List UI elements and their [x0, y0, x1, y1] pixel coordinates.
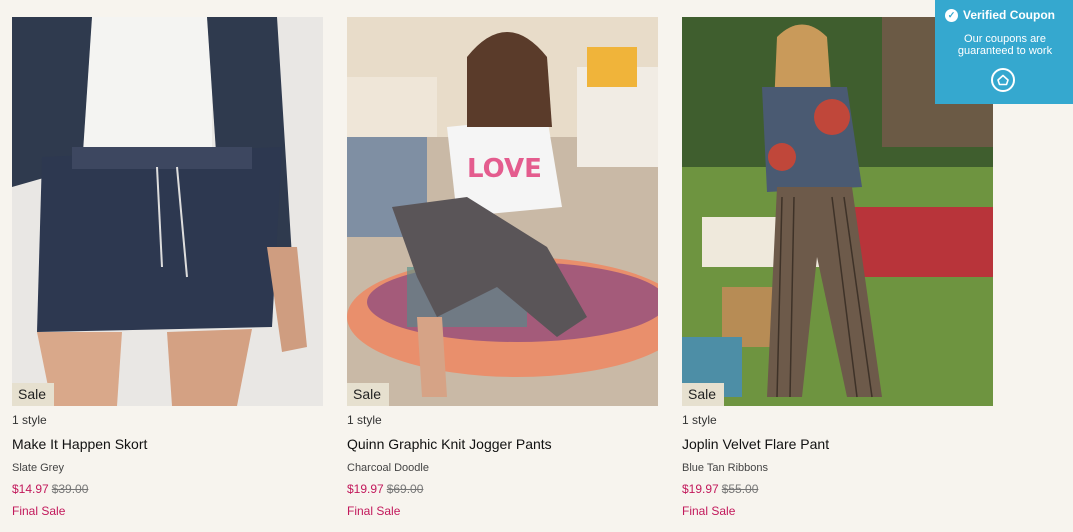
style-count: 1 style [682, 413, 717, 427]
product-color: Blue Tan Ribbons [682, 462, 769, 474]
coupon-title: Verified Coupon [963, 8, 1056, 22]
style-count: 1 style [12, 413, 47, 427]
house-logo-icon[interactable] [991, 68, 1015, 92]
sale-badge: Sale [682, 383, 725, 406]
sale-price: $19.97 [682, 482, 719, 496]
check-circle-icon: ✓ [945, 8, 958, 22]
style-count: 1 style [347, 413, 382, 427]
final-sale-label: Final Sale [12, 504, 66, 518]
original-price: $55.00 [721, 482, 759, 496]
coupon-subtitle: Our coupons are guaranteed to work [957, 33, 1053, 57]
price-row: $14.97 $39.00 [12, 482, 323, 496]
price-row: $19.97 $55.00 [682, 482, 993, 496]
verified-coupon-widget[interactable]: ✓ Verified Coupon Our coupons are guaran… [935, 0, 1073, 104]
sale-badge: Sale [347, 383, 390, 406]
price-row: $19.97 $69.00 [347, 482, 658, 496]
product-card[interactable]: Sale 1 style Make It Happen Skort Slate … [12, 17, 323, 518]
sale-price: $19.97 [347, 482, 384, 496]
product-card[interactable]: LOVE Sale 1 style Quinn Graphic Knit Jog… [347, 17, 658, 518]
product-color: Charcoal Doodle [347, 462, 429, 474]
original-price: $69.00 [386, 482, 424, 496]
product-name[interactable]: Quinn Graphic Knit Jogger Pants [347, 436, 658, 452]
final-sale-label: Final Sale [682, 504, 736, 518]
svg-text:LOVE: LOVE [467, 154, 542, 184]
sale-badge: Sale [12, 383, 55, 406]
product-color: Slate Grey [12, 462, 64, 474]
original-price: $39.00 [51, 482, 89, 496]
product-grid: Sale 1 style Make It Happen Skort Slate … [12, 17, 993, 518]
product-image[interactable]: Sale [12, 17, 323, 406]
product-name[interactable]: Make It Happen Skort [12, 436, 323, 452]
coupon-header: ✓ Verified Coupon [945, 8, 1055, 22]
sale-price: $14.97 [12, 482, 49, 496]
product-image[interactable]: LOVE Sale [347, 17, 658, 406]
product-name[interactable]: Joplin Velvet Flare Pant [682, 436, 993, 452]
final-sale-label: Final Sale [347, 504, 401, 518]
